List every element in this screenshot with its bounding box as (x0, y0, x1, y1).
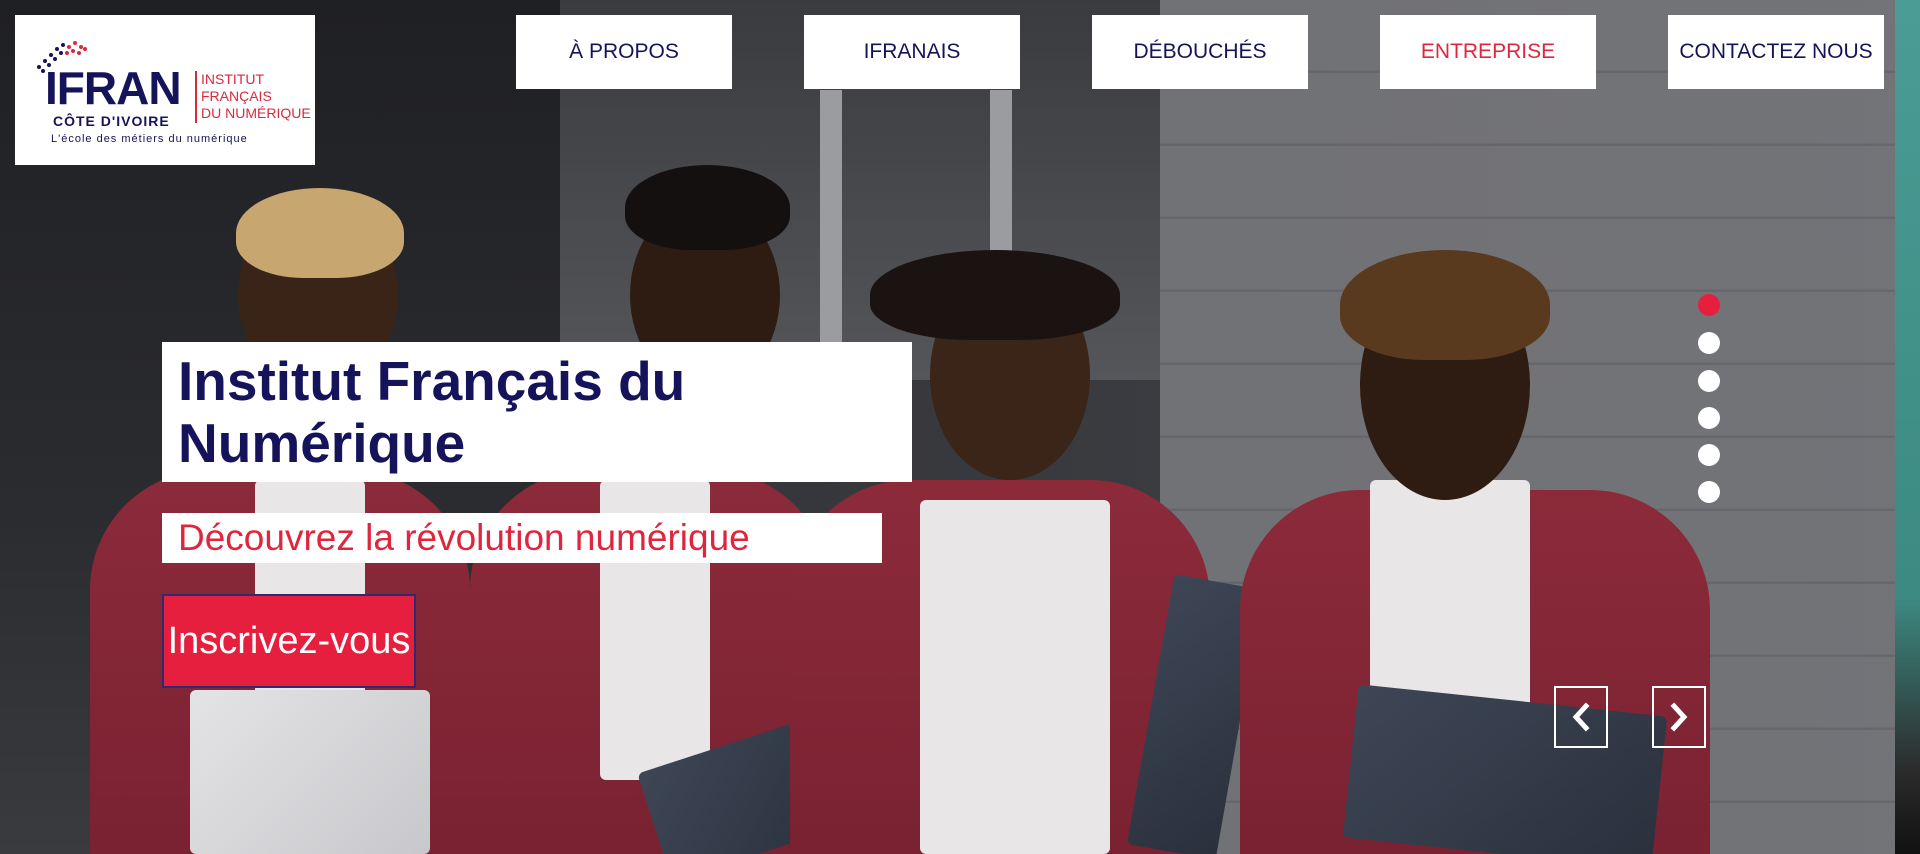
slide-dot-2[interactable] (1698, 332, 1720, 354)
logo-institute-name: INSTITUT FRANÇAIS DU NUMÉRIQUE (201, 71, 311, 122)
hero-title-line: Numérique (178, 412, 466, 474)
logo-tagline: L'école des métiers du numérique (51, 133, 248, 145)
hero-subtitle: Découvrez la révolution numérique (162, 513, 882, 563)
logo-country: CÔTE D'IVOIRE (53, 113, 170, 129)
signup-button[interactable]: Inscrivez-vous (162, 594, 416, 688)
carousel-prev-button[interactable] (1554, 686, 1608, 748)
ifran-logo[interactable]: IFRAN INSTITUT FRANÇAIS DU NUMÉRIQUE CÔT… (15, 15, 315, 165)
slide-dot-3[interactable] (1698, 370, 1720, 392)
slide-dot-1[interactable] (1698, 294, 1720, 316)
hero-title: Institut Français du Numérique (162, 342, 912, 482)
chevron-right-icon (1670, 702, 1688, 732)
slide-dot-4[interactable] (1698, 407, 1720, 429)
nav-debouches[interactable]: DÉBOUCHÉS (1092, 15, 1308, 89)
page-edge-strip (1895, 0, 1920, 854)
nav-ifranais[interactable]: IFRANAIS (804, 15, 1020, 89)
logo-divider (195, 71, 197, 123)
slide-dot-5[interactable] (1698, 444, 1720, 466)
logo-side-line: FRANÇAIS (201, 88, 272, 104)
nav-a-propos[interactable]: À PROPOS (516, 15, 732, 89)
logo-side-line: INSTITUT (201, 71, 264, 87)
hero-title-line: Institut Français du (178, 350, 686, 412)
slide-dot-6[interactable] (1698, 481, 1720, 503)
nav-contactez-nous[interactable]: CONTACTEZ NOUS (1668, 15, 1884, 89)
chevron-left-icon (1572, 702, 1590, 732)
logo-side-line: DU NUMÉRIQUE (201, 105, 311, 121)
nav-entreprise[interactable]: ENTREPRISE (1380, 15, 1596, 89)
logo-wordmark: IFRAN (45, 62, 182, 114)
carousel-next-button[interactable] (1652, 686, 1706, 748)
